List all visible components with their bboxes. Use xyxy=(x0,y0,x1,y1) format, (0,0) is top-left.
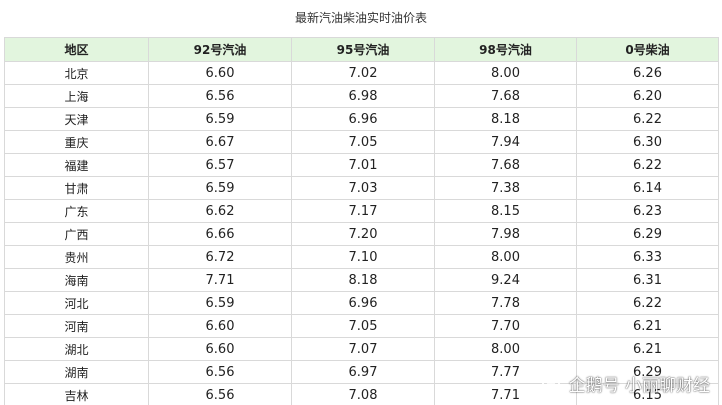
cell-price-95: 7.10 xyxy=(291,245,435,269)
cell-price-95: 6.97 xyxy=(291,360,435,384)
table-caption: 最新汽油柴油实时油价表 xyxy=(294,11,427,25)
cell-region: 福建 xyxy=(4,153,149,177)
cell-price-98: 7.68 xyxy=(434,84,577,108)
table-row: 贵州 6.72 7.10 8.00 6.33 xyxy=(4,245,719,269)
cell-region: 贵州 xyxy=(4,245,149,269)
cell-price-0-diesel: 6.26 xyxy=(576,61,719,85)
cell-price-98: 7.70 xyxy=(434,314,577,338)
cell-price-98: 8.00 xyxy=(434,61,577,85)
cell-price-0-diesel: 6.29 xyxy=(576,222,719,246)
table-header-row: 地区 92号汽油 95号汽油 98号汽油 0号柴油 xyxy=(4,37,719,62)
cell-price-0-diesel: 6.33 xyxy=(576,245,719,269)
table-row: 甘肃 6.59 7.03 7.38 6.14 xyxy=(4,176,719,200)
cell-price-95: 7.20 xyxy=(291,222,435,246)
table-body: 北京 6.60 7.02 8.00 6.26 上海 6.56 6.98 7.68 6.20 天津 6.… xyxy=(4,61,719,405)
table-row: 天津 6.59 6.96 8.18 6.22 xyxy=(4,107,719,131)
cell-price-92: 6.60 xyxy=(148,314,292,338)
cell-price-92: 6.56 xyxy=(148,360,292,384)
table-row: 海南 7.71 8.18 9.24 6.31 xyxy=(4,268,719,292)
cell-region: 广东 xyxy=(4,199,149,223)
cell-price-92: 6.59 xyxy=(148,107,292,131)
table-row: 广东 6.62 7.17 8.15 6.23 xyxy=(4,199,719,223)
cell-price-0-diesel: 6.14 xyxy=(576,176,719,200)
cell-price-98: 8.00 xyxy=(434,245,577,269)
cell-price-98: 7.68 xyxy=(434,153,577,177)
cell-price-95: 6.96 xyxy=(291,291,435,315)
cell-price-95: 7.02 xyxy=(291,61,435,85)
cell-price-95: 7.07 xyxy=(291,337,435,361)
cell-price-95: 7.05 xyxy=(291,314,435,338)
cell-region: 海南 xyxy=(4,268,149,292)
cell-price-95: 7.17 xyxy=(291,199,435,223)
cell-price-92: 6.72 xyxy=(148,245,292,269)
cell-price-98: 8.18 xyxy=(434,107,577,131)
oil-price-table: 地区 92号汽油 95号汽油 98号汽油 0号柴油 北京 6.60 7.02 8.00… xyxy=(4,37,719,405)
cell-price-98: 7.98 xyxy=(434,222,577,246)
cell-price-0-diesel: 6.21 xyxy=(576,337,719,361)
cell-price-92: 6.66 xyxy=(148,222,292,246)
penguin-icon xyxy=(539,370,563,396)
cell-price-0-diesel: 6.23 xyxy=(576,199,719,223)
header-region: 地区 xyxy=(4,37,149,62)
cell-price-95: 7.05 xyxy=(291,130,435,154)
cell-price-98: 7.94 xyxy=(434,130,577,154)
page: 最新汽油柴油实时油价表 地区 92号汽油 95号汽油 98号汽油 0号柴油 北京… xyxy=(0,0,722,405)
cell-price-95: 7.01 xyxy=(291,153,435,177)
cell-region: 上海 xyxy=(4,84,149,108)
cell-price-0-diesel: 6.22 xyxy=(576,107,719,131)
table-row: 福建 6.57 7.01 7.68 6.22 xyxy=(4,153,719,177)
table-row: 重庆 6.67 7.05 7.94 6.30 xyxy=(4,130,719,154)
cell-price-98: 8.00 xyxy=(434,337,577,361)
cell-price-92: 6.67 xyxy=(148,130,292,154)
cell-price-0-diesel: 6.22 xyxy=(576,153,719,177)
table-row: 河北 6.59 6.96 7.78 6.22 xyxy=(4,291,719,315)
cell-price-0-diesel: 6.22 xyxy=(576,291,719,315)
table-row: 湖北 6.60 7.07 8.00 6.21 xyxy=(4,337,719,361)
header-92-gasoline: 92号汽油 xyxy=(148,37,292,62)
cell-price-92: 6.59 xyxy=(148,176,292,200)
cell-price-92: 7.71 xyxy=(148,268,292,292)
cell-price-92: 6.56 xyxy=(148,383,292,405)
cell-price-95: 7.08 xyxy=(291,383,435,405)
cell-region: 北京 xyxy=(4,61,149,85)
cell-region: 河北 xyxy=(4,291,149,315)
cell-region: 重庆 xyxy=(4,130,149,154)
cell-price-92: 6.60 xyxy=(148,337,292,361)
cell-region: 甘肃 xyxy=(4,176,149,200)
cell-price-0-diesel: 6.20 xyxy=(576,84,719,108)
cell-price-92: 6.56 xyxy=(148,84,292,108)
cell-price-0-diesel: 6.31 xyxy=(576,268,719,292)
cell-price-98: 8.15 xyxy=(434,199,577,223)
header-98-gasoline: 98号汽油 xyxy=(434,37,577,62)
cell-price-0-diesel: 6.21 xyxy=(576,314,719,338)
cell-price-92: 6.62 xyxy=(148,199,292,223)
cell-region: 广西 xyxy=(4,222,149,246)
cell-region: 河南 xyxy=(4,314,149,338)
cell-price-98: 7.78 xyxy=(434,291,577,315)
header-95-gasoline: 95号汽油 xyxy=(291,37,435,62)
cell-region: 吉林 xyxy=(4,383,149,405)
cell-price-95: 6.98 xyxy=(291,84,435,108)
table-row: 河南 6.60 7.05 7.70 6.21 xyxy=(4,314,719,338)
cell-price-98: 9.24 xyxy=(434,268,577,292)
cell-price-95: 7.03 xyxy=(291,176,435,200)
table-row: 上海 6.56 6.98 7.68 6.20 xyxy=(4,84,719,108)
cell-price-0-diesel: 6.30 xyxy=(576,130,719,154)
table-row: 北京 6.60 7.02 8.00 6.26 xyxy=(4,61,719,85)
watermark-text: 企鹅号 小丽聊财经 xyxy=(568,375,710,396)
cell-price-92: 6.60 xyxy=(148,61,292,85)
header-0-diesel: 0号柴油 xyxy=(576,37,719,62)
cell-region: 湖北 xyxy=(4,337,149,361)
cell-price-98: 7.38 xyxy=(434,176,577,200)
cell-price-95: 8.18 xyxy=(291,268,435,292)
cell-region: 天津 xyxy=(4,107,149,131)
cell-region: 湖南 xyxy=(4,360,149,384)
cell-price-95: 6.96 xyxy=(291,107,435,131)
cell-price-92: 6.59 xyxy=(148,291,292,315)
table-row: 广西 6.66 7.20 7.98 6.29 xyxy=(4,222,719,246)
cell-price-92: 6.57 xyxy=(148,153,292,177)
watermark: 企鹅号 小丽聊财经 xyxy=(539,369,710,397)
